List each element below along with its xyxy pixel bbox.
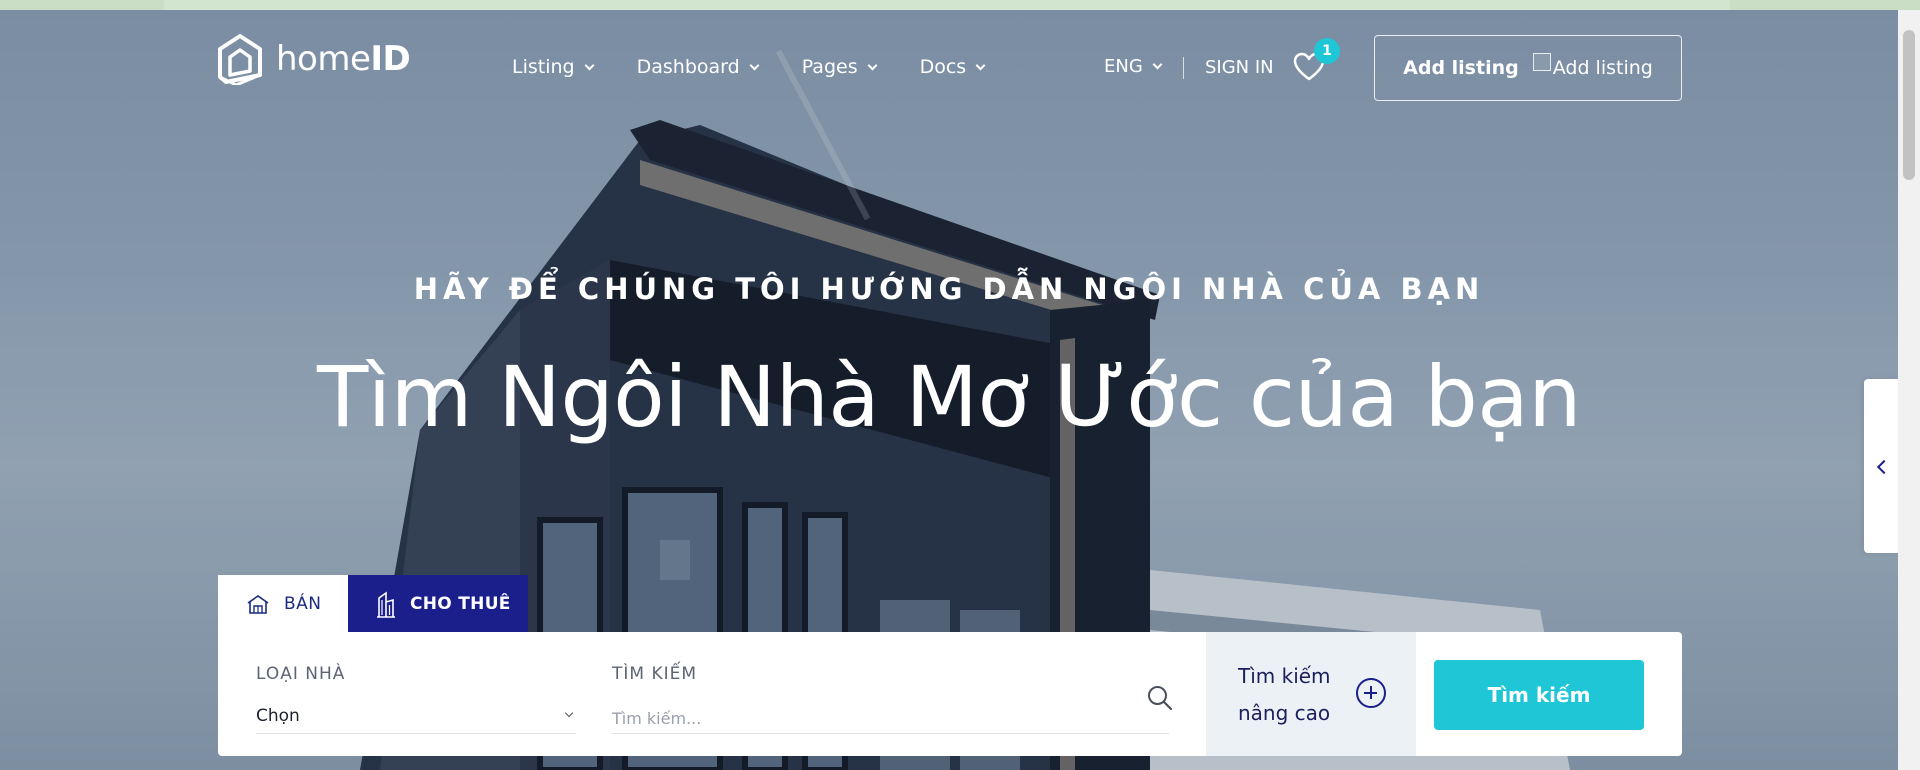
search-panel: LOẠI NHÀ Chọn TÌM KIẾM Tìm kiếm nâng cao… xyxy=(218,632,1682,756)
add-listing-button[interactable]: Add listing Add listing xyxy=(1374,35,1682,101)
nav-item-dashboard[interactable]: Dashboard xyxy=(636,56,760,78)
add-listing-label: Add listing xyxy=(1403,57,1519,79)
advanced-search-toggle[interactable]: Tìm kiếm nâng cao xyxy=(1206,632,1416,756)
chevron-down-icon xyxy=(584,60,595,70)
search-icon[interactable] xyxy=(1146,684,1174,712)
keyword-search-input[interactable] xyxy=(612,704,1169,734)
plus-circle-icon xyxy=(1356,678,1386,708)
add-listing-broken-image: Add listing xyxy=(1532,53,1653,79)
broken-image-icon xyxy=(1532,53,1551,71)
house-logo-icon xyxy=(218,34,262,85)
wishlist-count-badge: 1 xyxy=(1314,38,1340,64)
add-listing-image-alt: Add listing xyxy=(1552,57,1653,79)
building-icon xyxy=(377,590,395,618)
property-type-select[interactable]: Chọn xyxy=(256,704,576,734)
nav-item-label: Docs xyxy=(919,56,967,78)
language-selector[interactable]: ENG xyxy=(1104,56,1163,77)
header-divider xyxy=(1183,57,1184,79)
site-logo[interactable]: homeID xyxy=(216,33,411,85)
main-nav: Listing Dashboard Pages Docs xyxy=(512,56,1028,78)
advanced-search-label: Tìm kiếm nâng cao xyxy=(1238,658,1331,732)
chevron-down-icon xyxy=(975,60,986,70)
property-type-label: LOẠI NHÀ xyxy=(256,664,346,684)
chevron-down-icon xyxy=(1152,59,1163,70)
chevron-down-icon xyxy=(749,60,760,70)
nav-item-label: Pages xyxy=(801,56,858,78)
property-type-value: Chọn xyxy=(256,706,300,726)
hero-eyebrow: HÃY ĐỂ CHÚNG TÔI HƯỚNG DẪN NGÔI NHÀ CỦA … xyxy=(413,272,1485,306)
nav-item-docs[interactable]: Docs xyxy=(919,56,986,78)
language-label: ENG xyxy=(1104,56,1143,77)
tab-rent-label: CHO THUÊ xyxy=(410,593,511,614)
chevron-down-icon xyxy=(564,708,574,718)
logo-text: homeID xyxy=(276,39,411,79)
nav-item-label: Listing xyxy=(512,56,575,78)
keyword-label: TÌM KIẾM xyxy=(612,664,698,684)
hero-headline: Tìm Ngôi Nhà Mơ Ước của bạn xyxy=(316,348,1582,446)
logo-text-light: home xyxy=(276,39,371,79)
nav-item-pages[interactable]: Pages xyxy=(801,56,878,78)
browser-top-strip xyxy=(0,0,1920,10)
search-submit-button[interactable]: Tìm kiếm xyxy=(1434,660,1644,730)
advanced-search-line-1: Tìm kiếm xyxy=(1238,664,1331,688)
page-scrollbar[interactable] xyxy=(1898,10,1920,770)
nav-item-label: Dashboard xyxy=(636,56,740,78)
chevron-left-icon xyxy=(1876,459,1892,475)
scrollbar-thumb[interactable] xyxy=(1903,30,1915,180)
side-panel-toggle[interactable] xyxy=(1864,379,1900,553)
advanced-search-line-2: nâng cao xyxy=(1238,701,1331,725)
browser-top-strip-inner xyxy=(164,0,1730,10)
sign-in-link[interactable]: SIGN IN xyxy=(1205,57,1274,78)
tab-sell[interactable]: BÁN xyxy=(218,575,348,632)
tab-sell-label: BÁN xyxy=(284,593,322,614)
house-icon xyxy=(247,594,269,614)
logo-text-bold: ID xyxy=(370,39,411,79)
chevron-down-icon xyxy=(867,60,878,70)
tab-rent[interactable]: CHO THUÊ xyxy=(348,575,528,632)
nav-item-listing[interactable]: Listing xyxy=(512,56,595,78)
